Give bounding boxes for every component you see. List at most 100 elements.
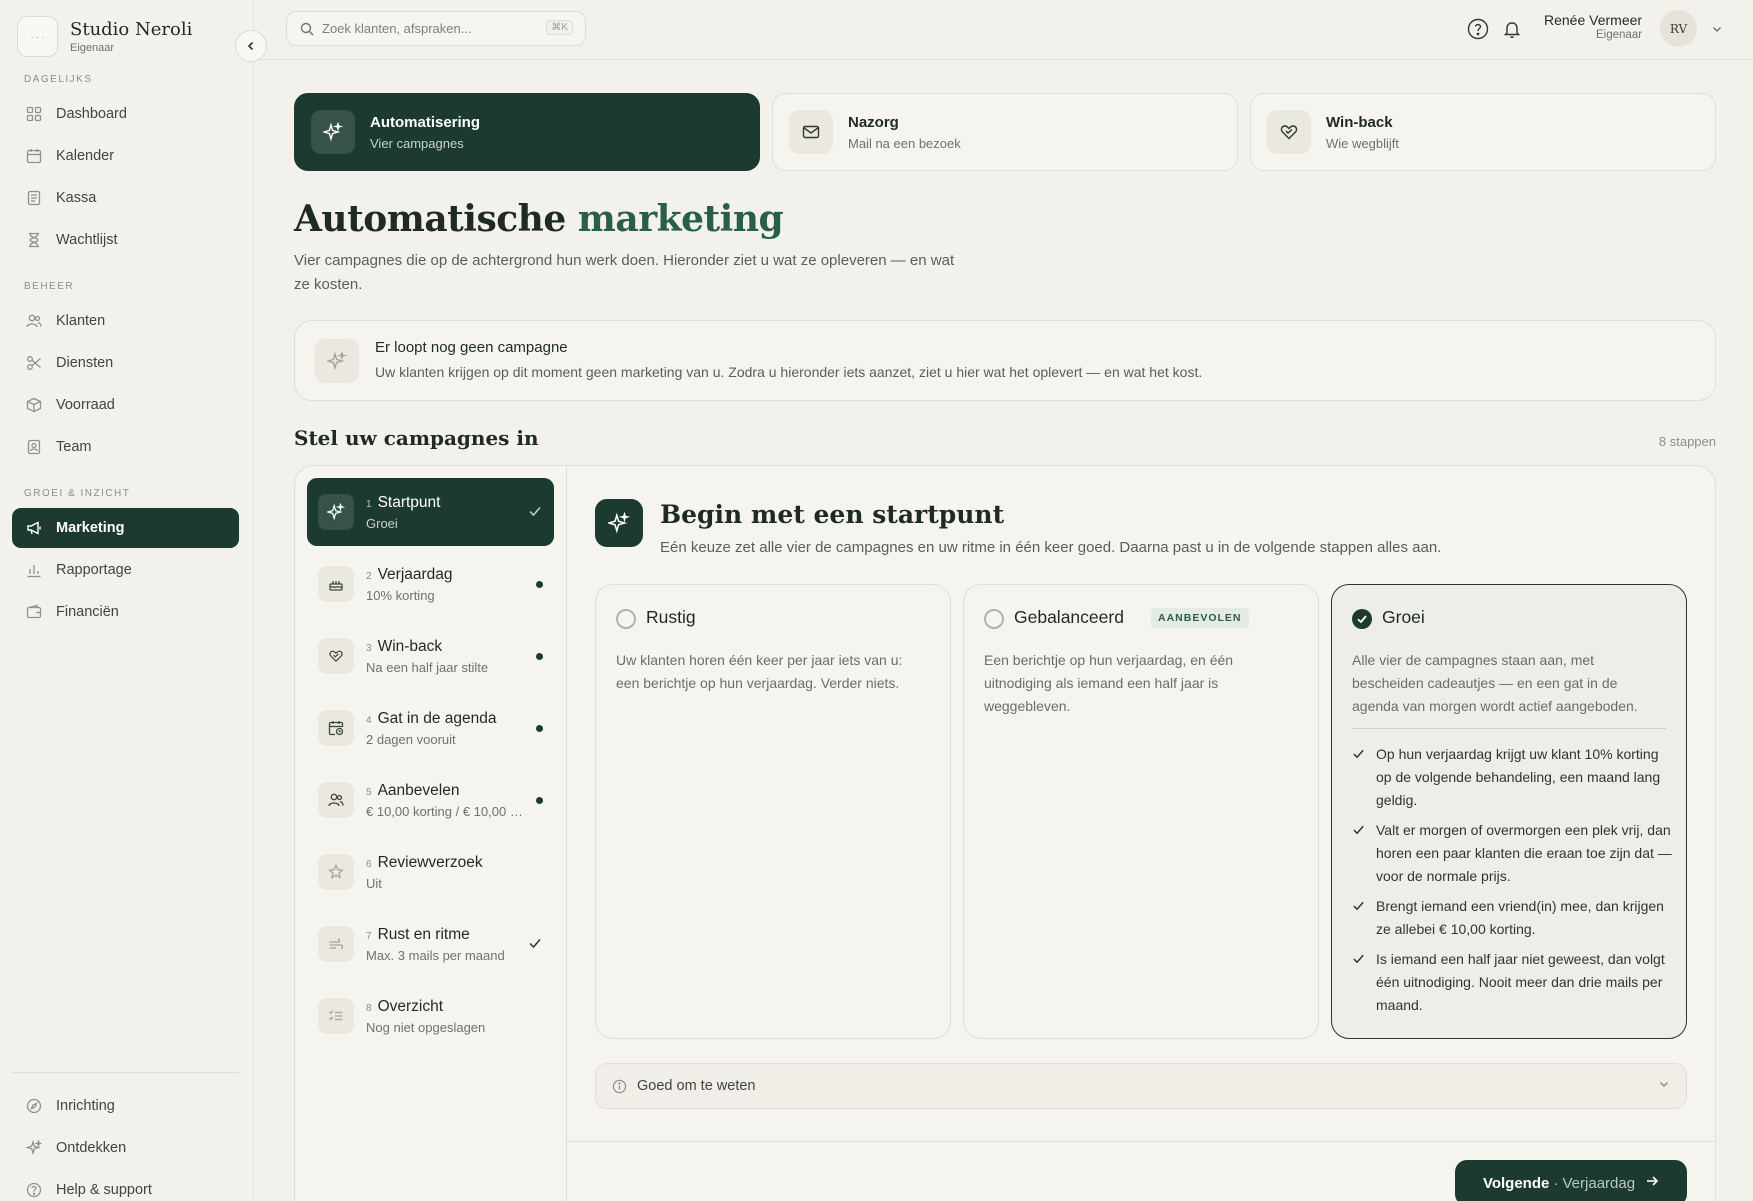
step-gat-in-de-agenda[interactable]: 4 Gat in de agenda 2 dagen vooruit bbox=[307, 694, 554, 762]
step-win-back[interactable]: 3 Win-back Na een half jaar stilte bbox=[307, 622, 554, 690]
check-icon bbox=[1352, 948, 1376, 1017]
radio-button[interactable] bbox=[616, 609, 636, 629]
avatar[interactable]: RV bbox=[1660, 10, 1697, 47]
tab-subtitle: Wie wegblijft bbox=[1326, 135, 1399, 151]
search-placeholder: Zoek klanten, afspraken... bbox=[322, 21, 472, 36]
brand[interactable]: · · · Studio Neroli Eigenaar bbox=[17, 16, 192, 57]
sidebar-item-team[interactable]: Team bbox=[12, 427, 239, 467]
option-desc: Een berichtje op hun verjaardag, en één … bbox=[984, 652, 1234, 714]
option-desc: Alle vier de campagnes staan aan, met be… bbox=[1352, 652, 1638, 714]
good-to-know-accordion[interactable]: Goed om te weten bbox=[595, 1063, 1687, 1109]
receipt-icon bbox=[25, 190, 42, 207]
check-icon bbox=[1357, 615, 1367, 624]
next-button-label: Volgende bbox=[1482, 1174, 1550, 1192]
sidebar-item-label: Kassa bbox=[56, 190, 97, 206]
option-gebalanceerd[interactable]: Gebalanceerd AANBEVOLEN Een berichtje op… bbox=[963, 584, 1319, 1039]
sidebar-item-wachtlijst[interactable]: Wachtlijst bbox=[12, 220, 239, 260]
sidebar-item-dashboard[interactable]: Dashboard bbox=[12, 94, 239, 134]
step-verjaardag[interactable]: 2 Verjaardag 10% korting bbox=[307, 550, 554, 618]
sidebar-item-help[interactable]: Help & support bbox=[12, 1170, 239, 1201]
bell-icon[interactable] bbox=[1501, 18, 1523, 45]
step-number: 8 bbox=[366, 1002, 372, 1014]
sidebar-item-label: Voorraad bbox=[56, 397, 115, 413]
megaphone-icon bbox=[25, 520, 42, 537]
option-divider bbox=[1352, 728, 1666, 729]
step-reviewverzoek[interactable]: 6 Reviewverzoek Uit bbox=[307, 838, 554, 906]
search-input[interactable]: Zoek klanten, afspraken... ⌘K bbox=[286, 11, 586, 46]
sidebar-collapse-button[interactable] bbox=[235, 30, 267, 62]
sidebar-item-klanten[interactable]: Klanten bbox=[12, 301, 239, 341]
wallet-icon bbox=[25, 604, 42, 621]
radio-button[interactable] bbox=[984, 609, 1004, 629]
sparkles-icon bbox=[315, 339, 359, 383]
step-overzicht[interactable]: 8 Overzicht Nog niet opgeslagen bbox=[307, 982, 554, 1050]
no-campaign-notice: Er loopt nog geen campagne Uw klanten kr… bbox=[294, 320, 1716, 401]
status-dot bbox=[536, 797, 543, 804]
list-check-icon bbox=[318, 998, 354, 1034]
scissors-icon bbox=[25, 355, 42, 372]
steps-count: 8 stappen bbox=[1658, 434, 1716, 449]
next-button[interactable]: Volgende · Verjaardag bbox=[1455, 1160, 1687, 1201]
brand-role: Eigenaar bbox=[70, 42, 115, 54]
tab-win-back[interactable]: Win-back Wie wegblijft bbox=[1250, 93, 1716, 171]
check-icon bbox=[528, 504, 542, 523]
search-shortcut: ⌘K bbox=[546, 20, 573, 35]
sidebar-item-label: Team bbox=[56, 439, 92, 455]
star-icon bbox=[318, 854, 354, 890]
sidebar-item-rapportage[interactable]: Rapportage bbox=[12, 550, 239, 590]
option-groei[interactable]: Groei Alle vier de campagnes staan aan, … bbox=[1331, 584, 1687, 1039]
sidebar-item-voorraad[interactable]: Voorraad bbox=[12, 385, 239, 425]
check-icon bbox=[1352, 819, 1376, 888]
step-number: 4 bbox=[366, 714, 372, 726]
step-sub: Nog niet opgeslagen bbox=[366, 1019, 486, 1035]
sparkles-icon bbox=[25, 1140, 42, 1157]
sidebar-item-ontdekken[interactable]: Ontdekken bbox=[12, 1128, 239, 1168]
sidebar-item-kalender[interactable]: Kalender bbox=[12, 136, 239, 176]
setup-wizard: 1 Startpunt Groei 2 Verjaardag 10% korting… bbox=[294, 465, 1716, 1201]
feature-item: Is iemand een half jaar niet geweest, da… bbox=[1352, 948, 1672, 1017]
sidebar-item-marketing[interactable]: Marketing bbox=[12, 508, 239, 548]
section-label-growth: GROEI & INZICHT bbox=[24, 488, 131, 499]
next-button-sub: · Verjaardag bbox=[1553, 1174, 1636, 1192]
chevron-down-icon[interactable] bbox=[1711, 22, 1723, 40]
chevron-down-icon bbox=[1658, 1078, 1670, 1094]
sidebar-item-financien[interactable]: Financiën bbox=[12, 592, 239, 632]
step-aanbevelen[interactable]: 5 Aanbevelen € 10,00 korting / € 10,00 ko… bbox=[307, 766, 554, 834]
sidebar-item-inrichting[interactable]: Inrichting bbox=[12, 1086, 239, 1126]
step-heading-sub: Eén keuze zet alle vier de campagnes en … bbox=[660, 539, 1442, 556]
sidebar-item-label: Inrichting bbox=[56, 1098, 115, 1114]
heart-handshake-icon bbox=[1267, 110, 1311, 154]
status-dot bbox=[536, 653, 543, 660]
sidebar: · · · Studio Neroli Eigenaar DAGELIJKS D… bbox=[0, 0, 254, 1201]
good-to-know-label: Goed om te weten bbox=[637, 1078, 756, 1094]
user-menu[interactable]: Renée Vermeer Eigenaar bbox=[1544, 12, 1642, 41]
brand-name: Studio Neroli bbox=[70, 19, 193, 40]
sidebar-item-label: Rapportage bbox=[56, 562, 132, 578]
option-desc: Uw klanten horen één keer per jaar iets … bbox=[616, 652, 903, 691]
feature-text: Valt er morgen of overmorgen een plek vr… bbox=[1376, 822, 1672, 884]
feature-item: Op hun verjaardag krijgt uw klant 10% ko… bbox=[1352, 743, 1672, 812]
sidebar-item-label: Diensten bbox=[56, 355, 114, 371]
sidebar-item-label: Ontdekken bbox=[56, 1140, 127, 1156]
sidebar-divider bbox=[12, 1072, 239, 1073]
page-title-accent: marketing bbox=[577, 198, 784, 240]
tab-automatisering[interactable]: Automatisering Vier campagnes bbox=[294, 93, 760, 171]
step-number: 7 bbox=[366, 930, 372, 942]
sidebar-item-kassa[interactable]: Kassa bbox=[12, 178, 239, 218]
page-title: Automatische marketing bbox=[294, 198, 784, 240]
step-rust-en-ritme[interactable]: 7 Rust en ritme Max. 3 mails per maand bbox=[307, 910, 554, 978]
users-icon bbox=[25, 313, 42, 330]
step-startpunt[interactable]: 1 Startpunt Groei bbox=[307, 478, 554, 546]
radio-button-selected[interactable] bbox=[1352, 609, 1372, 629]
sidebar-item-label: Financiën bbox=[56, 604, 119, 620]
chevron-left-icon bbox=[247, 41, 254, 51]
tab-nazorg[interactable]: Nazorg Mail na een bezoek bbox=[772, 93, 1238, 171]
option-rustig[interactable]: Rustig Uw klanten horen één keer per jaa… bbox=[595, 584, 951, 1039]
feature-text: Op hun verjaardag krijgt uw klant 10% ko… bbox=[1376, 746, 1661, 808]
steps-list: 1 Startpunt Groei 2 Verjaardag 10% korting… bbox=[295, 466, 567, 1201]
feature-item: Brengt iemand een vriend(in) mee, dan kr… bbox=[1352, 895, 1672, 941]
sidebar-item-label: Help & support bbox=[56, 1182, 152, 1198]
help-icon[interactable] bbox=[1467, 18, 1489, 45]
grid-icon bbox=[25, 106, 42, 123]
sidebar-item-diensten[interactable]: Diensten bbox=[12, 343, 239, 383]
